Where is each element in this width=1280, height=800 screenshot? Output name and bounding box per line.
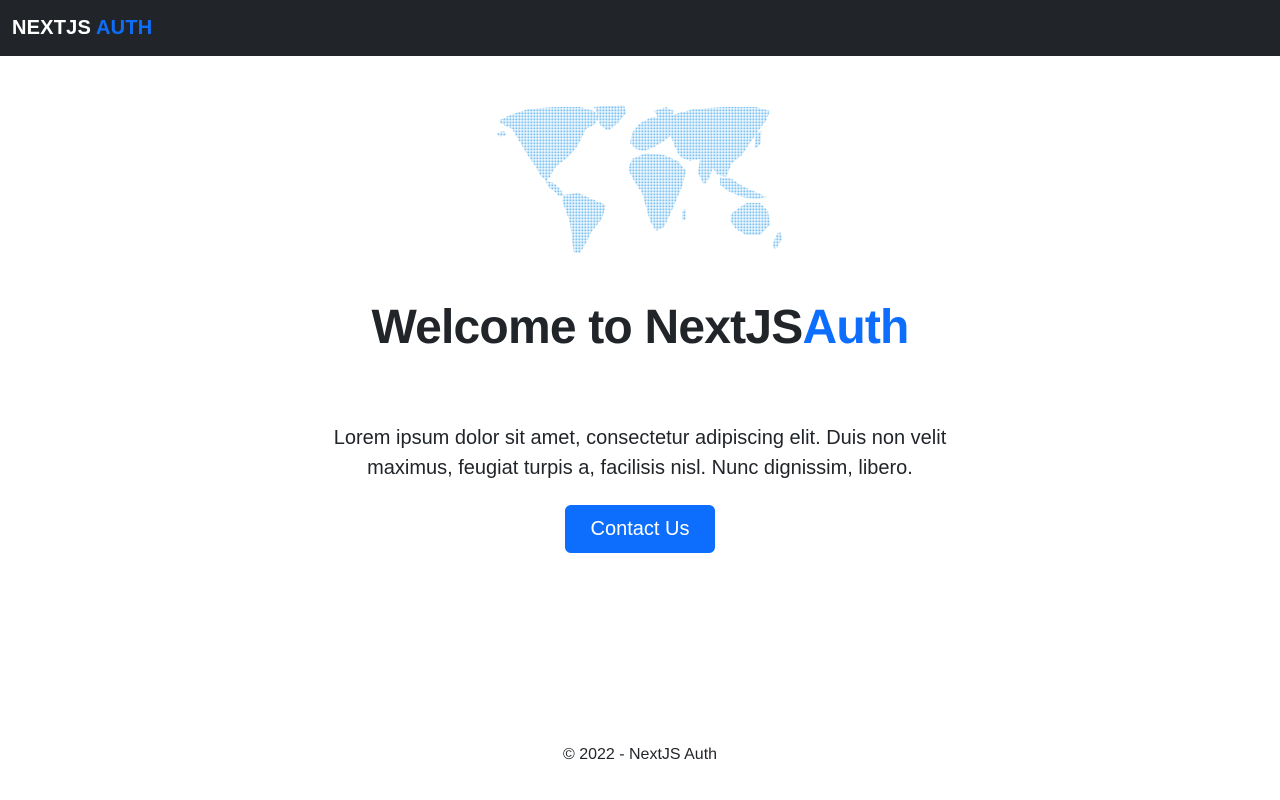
footer-copyright: © 2022 - NextJS Auth [562, 746, 718, 763]
hero-title: Welcome to NextJSAuth [0, 294, 1280, 362]
hero-lead-text: Lorem ipsum dolor sit amet, consectetur … [333, 427, 947, 479]
hero-title-primary: Welcome to NextJS [371, 301, 803, 354]
contact-us-button[interactable]: Contact Us [565, 505, 715, 553]
brand-primary: NEXTJS [12, 16, 92, 39]
top-navbar: NEXTJS AUTH [0, 0, 1280, 56]
world-map-dots-icon [494, 103, 790, 255]
hero-title-accent: Auth [802, 301, 909, 354]
brand-accent: AUTH [96, 16, 153, 39]
brand-logo-link[interactable]: NEXTJS AUTH [12, 17, 152, 40]
